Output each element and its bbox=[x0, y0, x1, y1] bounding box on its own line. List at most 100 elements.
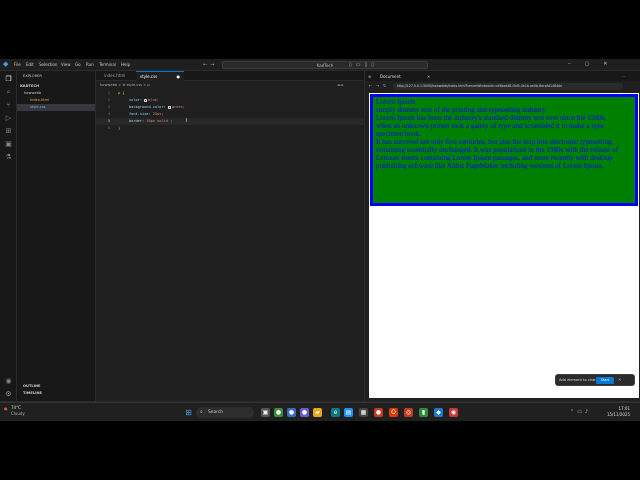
css-value: 10px solid ; bbox=[146, 119, 173, 123]
workspace-root[interactable]: KADTECH bbox=[20, 84, 39, 88]
menu-run[interactable]: Run bbox=[86, 62, 94, 67]
tab-index-html[interactable]: index.html bbox=[100, 71, 129, 81]
menu-help[interactable]: Help bbox=[121, 62, 130, 67]
explorer-sidebar: EXPLORER KADTECH howwebb index.html styl… bbox=[17, 71, 96, 401]
extensions-icon[interactable]: ⊞ bbox=[4, 127, 13, 136]
account-icon[interactable]: ◉ bbox=[4, 377, 13, 386]
css-property: font-size bbox=[129, 112, 149, 116]
clock-date[interactable]: 15/11/2025 bbox=[600, 412, 630, 417]
code-line[interactable]: } bbox=[118, 126, 120, 130]
menu-go[interactable]: Go bbox=[75, 62, 81, 67]
file-explorer-icon[interactable]: ▰ bbox=[313, 408, 322, 417]
menu-file[interactable]: File bbox=[14, 62, 21, 67]
paragraph-line: when an unknown printer took a galley of… bbox=[376, 122, 604, 138]
windows-taskbar: ● 74°C Cloudy ⊞ ⌕ Search ▣ ● ● ● ▰ e ▤ ▦ … bbox=[0, 402, 640, 421]
forward-arrow-icon[interactable]: → bbox=[376, 83, 379, 88]
chat-pill-label: Add element to chat bbox=[559, 378, 596, 382]
app-icon[interactable]: ● bbox=[374, 408, 383, 417]
weather-temp: 74°C bbox=[11, 405, 21, 410]
activity-bar: ❐ ⌕ ⑂ ▷ ⊞ ▣ ⚗ ◉ ⚙ bbox=[0, 71, 17, 401]
nav-arrows-icon[interactable]: ←→ bbox=[203, 62, 217, 68]
weather-icon[interactable]: ● bbox=[4, 406, 8, 411]
start-button[interactable]: Start bbox=[596, 377, 614, 384]
command-search-box[interactable]: KadTech bbox=[222, 61, 428, 69]
paragraph-line: Lorem Ipsum has been the industry's stan… bbox=[376, 114, 607, 122]
edge-icon[interactable]: e bbox=[331, 408, 340, 417]
office-icon[interactable]: O bbox=[389, 408, 398, 417]
app-icon[interactable]: ◎ bbox=[404, 408, 413, 417]
window-controls[interactable]: –▢✕ bbox=[568, 61, 621, 67]
close-tab-icon[interactable]: ✕ bbox=[427, 74, 430, 79]
file-index-html[interactable]: index.html bbox=[30, 98, 49, 102]
menu-edit[interactable]: Edit bbox=[26, 62, 34, 67]
explorer-icon[interactable]: ❐ bbox=[4, 75, 13, 84]
clock-time[interactable]: 17:01 bbox=[600, 406, 630, 411]
source-control-icon[interactable]: ⑂ bbox=[4, 101, 13, 110]
preview-page: Lorem Ipsum simply dummy text of the pri… bbox=[369, 93, 639, 398]
line-number: 6 bbox=[107, 126, 110, 130]
chat-pill-close-icon[interactable]: ✕ bbox=[618, 375, 621, 385]
css-property: background-color bbox=[129, 105, 164, 109]
css-property: border bbox=[129, 119, 142, 123]
run-debug-icon[interactable]: ▷ bbox=[4, 114, 13, 123]
vscode-taskbar-icon[interactable]: ◆ bbox=[434, 408, 443, 417]
remote-icon[interactable]: ▣ bbox=[4, 140, 13, 149]
chrome-icon[interactable]: ◉ bbox=[449, 408, 458, 417]
line-number: 1 bbox=[107, 91, 110, 95]
timeline-section[interactable]: TIMELINE bbox=[23, 391, 42, 395]
windows-start-icon[interactable]: ⊞ bbox=[184, 408, 193, 417]
back-arrow-icon[interactable]: ← bbox=[369, 83, 372, 88]
code-line[interactable]: font-size: 25px; bbox=[129, 112, 164, 116]
color-swatch[interactable] bbox=[167, 105, 171, 109]
code-line[interactable]: background-color: green; bbox=[129, 105, 185, 109]
menu-view[interactable]: View bbox=[61, 62, 71, 67]
taskbar-search-label: Search bbox=[208, 410, 224, 415]
preview-tab-title[interactable]: Document bbox=[380, 74, 401, 79]
testing-icon[interactable]: ⚗ bbox=[4, 153, 13, 162]
code-line[interactable]: p { bbox=[118, 91, 125, 95]
app-icon[interactable]: ▦ bbox=[359, 408, 368, 417]
more-actions-icon[interactable]: ⋯ bbox=[621, 74, 625, 79]
tab-modified-dot-icon[interactable]: ● bbox=[177, 74, 181, 79]
store-icon[interactable]: ▤ bbox=[344, 408, 353, 417]
minimap-icon: ▬▬ bbox=[337, 83, 344, 87]
taskbar-search[interactable]: ⌕ Search bbox=[196, 407, 254, 418]
preview-url-bar: ← → ↻ http://127.0.0.1:3000/howwebb/inde… bbox=[365, 82, 640, 91]
paragraph-line: Lorem Ipsum bbox=[376, 98, 415, 106]
app-icon[interactable]: ▮ bbox=[419, 408, 428, 417]
menu-selection[interactable]: Selection bbox=[39, 62, 57, 67]
editor-tab-bar: index.html style.css ● bbox=[96, 71, 364, 81]
settings-gear-icon[interactable]: ⚙ bbox=[4, 390, 13, 399]
url-field[interactable]: http://127.0.0.1:3000/howwebb/index.html… bbox=[393, 83, 623, 90]
selected-file-highlight bbox=[17, 104, 95, 111]
tab-style-css[interactable]: style.css ● bbox=[136, 71, 185, 81]
styled-paragraph: Lorem Ipsum simply dummy text of the pri… bbox=[370, 94, 638, 206]
task-view-icon[interactable]: ▣ bbox=[261, 408, 270, 417]
title-bar: ◆ File Edit Selection View Go Run Termin… bbox=[0, 59, 640, 71]
line-number: 2 bbox=[107, 98, 110, 102]
folder-howwebb[interactable]: howwebb bbox=[24, 91, 41, 95]
code-line[interactable]: border: 10px solid ; bbox=[129, 119, 172, 123]
search-icon[interactable]: ⌕ bbox=[4, 88, 13, 97]
line-number: 5 bbox=[107, 119, 110, 123]
preview-tab-bar: ⊕ Document ✕ ⋯ bbox=[365, 71, 640, 81]
file-style-css[interactable]: style.css bbox=[30, 105, 45, 109]
outline-section[interactable]: OUTLINE bbox=[23, 384, 41, 388]
paragraph-line: simply dummy text of the printing and ty… bbox=[376, 106, 548, 114]
add-element-to-chat-pill: Add element to chat Start ✕ bbox=[555, 374, 635, 386]
preview-globe-icon: ⊕ bbox=[368, 74, 372, 79]
app-icon[interactable]: ● bbox=[300, 408, 309, 417]
breadcrumb[interactable]: howwebb > # style.css > p bbox=[100, 83, 150, 87]
css-value: blue; bbox=[148, 98, 159, 102]
app-icon[interactable]: ● bbox=[287, 408, 296, 417]
menu-terminal[interactable]: Terminal bbox=[99, 62, 116, 67]
tab-label: style.css bbox=[140, 74, 158, 79]
reload-icon[interactable]: ↻ bbox=[383, 83, 386, 88]
app-icon[interactable]: ● bbox=[274, 408, 283, 417]
css-value: green; bbox=[171, 105, 185, 109]
code-line[interactable]: color: blue; bbox=[129, 98, 159, 102]
layout-toggle-icon[interactable]: ▯▭▯▯ bbox=[349, 62, 378, 68]
color-swatch[interactable] bbox=[144, 98, 148, 102]
system-tray-icons[interactable]: ⌃▭♪ bbox=[570, 409, 591, 415]
tab-label: index.html bbox=[104, 73, 126, 78]
